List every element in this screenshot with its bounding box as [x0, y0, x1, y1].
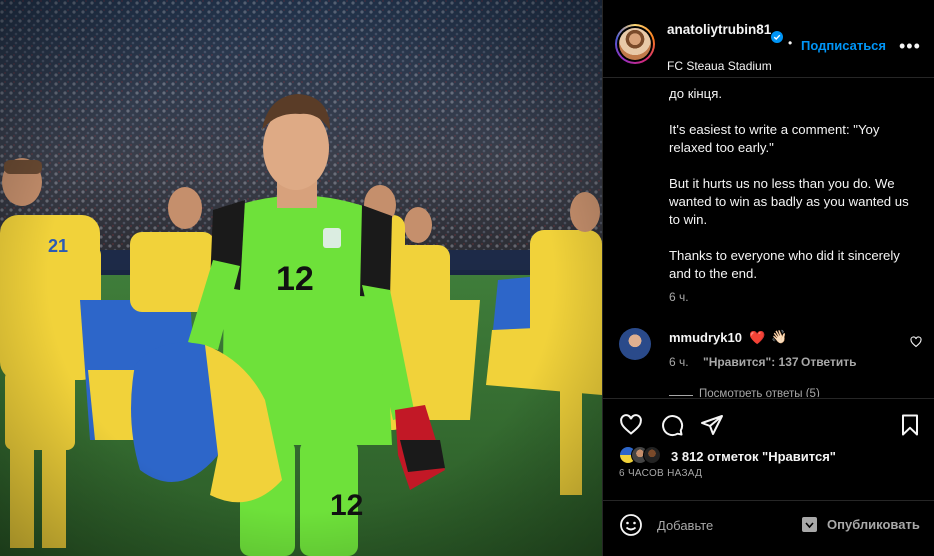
post-details-panel: anatoliytrubin81 • Подписаться ••• FC St…	[602, 0, 934, 556]
separator-dot: •	[788, 36, 793, 50]
comment-input[interactable]	[657, 514, 797, 536]
save-bookmark-icon[interactable]	[898, 413, 922, 437]
caption-paragraph: But it hurts us no less than you do. We …	[669, 176, 909, 227]
like-heart-icon[interactable]	[619, 413, 643, 437]
comment-username[interactable]: mmudryk10	[669, 330, 742, 345]
post-image: 21 12	[0, 0, 602, 556]
caption-time[interactable]: 6 ч.	[669, 290, 689, 304]
heart-emoji: ❤️	[749, 330, 766, 345]
commenter-avatar[interactable]	[619, 328, 651, 360]
caption-paragraph: Thanks to everyone who did it sincerely …	[669, 248, 900, 281]
comment-bubble-icon[interactable]	[660, 413, 684, 437]
post-photo[interactable]: 21 12	[0, 0, 602, 556]
gif-sticker-icon[interactable]	[801, 516, 818, 533]
likes-count[interactable]: 3 812 отметок "Нравится"	[671, 449, 836, 464]
author-username[interactable]: anatoliytrubin81	[667, 21, 771, 39]
view-replies-button[interactable]: Посмотреть ответы (5)	[699, 388, 820, 397]
caption-partial: до кінця.	[669, 86, 723, 101]
post-header: anatoliytrubin81 • Подписаться ••• FC St…	[603, 0, 934, 78]
verified-badge-icon	[771, 31, 783, 43]
caption-paragraph: It's easiest to write a comment: "Yoy re…	[669, 122, 880, 155]
comment-like-heart-icon[interactable]	[910, 336, 922, 348]
share-send-icon[interactable]	[700, 413, 724, 437]
waving-hand-emoji: 👋🏻	[771, 329, 788, 344]
emoji-smiley-icon[interactable]	[619, 513, 643, 537]
author-avatar[interactable]	[615, 24, 655, 64]
publish-comment-button[interactable]: Опубликовать	[827, 517, 920, 532]
more-horizontal-icon[interactable]: •••	[899, 36, 921, 57]
follow-button[interactable]: Подписаться	[801, 38, 886, 53]
reply-button[interactable]: Ответить	[801, 355, 856, 369]
post-timestamp[interactable]: 6 ЧАСОВ НАЗАД	[619, 468, 702, 479]
comment-likes[interactable]: "Нравится": 137	[703, 355, 799, 369]
replies-divider	[669, 395, 693, 396]
post-location[interactable]: FC Steaua Stadium	[667, 59, 772, 73]
comment-time[interactable]: 6 ч.	[669, 355, 689, 369]
